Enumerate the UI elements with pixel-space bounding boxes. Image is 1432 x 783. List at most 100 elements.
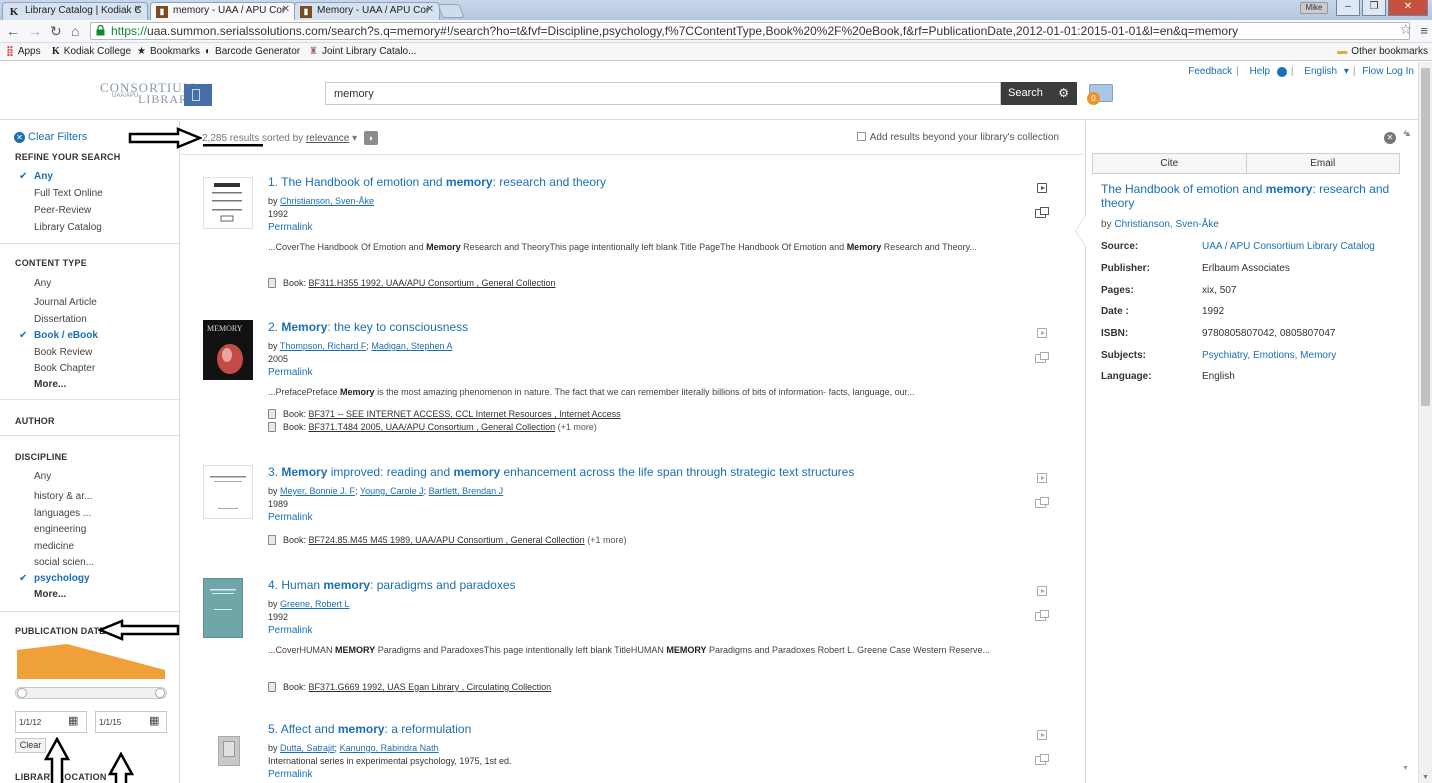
language-dropdown[interactable]: English ▾ [1300, 66, 1349, 77]
permalink-link[interactable]: Permalink [268, 512, 312, 523]
author-link[interactable]: Greene, Robert L [280, 599, 350, 609]
author-link[interactable]: Meyer, Bonnie J. F [280, 486, 355, 496]
bookmark-barcode-generator[interactable]: ◐ Barcode Generator [205, 46, 300, 57]
discipline-languages[interactable]: languages ... [34, 508, 91, 519]
panel-scroll-up-icon[interactable]: ▲ [1402, 129, 1409, 136]
source-link[interactable]: UAA / APU Consortium Library Catalog [1202, 241, 1375, 252]
browser-tab-memory-active[interactable]: ▮ memory - UAA / APU Cor ✕ [150, 2, 296, 20]
preview-icon[interactable] [1037, 473, 1047, 483]
bookmark-joint-library-catalog[interactable]: ♜ Joint Library Catalo... [309, 46, 416, 57]
gear-icon[interactable]: ⚙ [1058, 82, 1069, 105]
page-scrollbar[interactable]: ▼ [1418, 62, 1432, 783]
content-type-book-review[interactable]: Book Review [34, 347, 92, 358]
result-title-link[interactable]: 2. Memory: the key to consciousness [268, 320, 468, 334]
author-link[interactable]: Kanungo, Rabindra Nath [340, 743, 439, 753]
new-tab-button[interactable] [437, 4, 465, 18]
save-to-folder-icon[interactable] [1035, 352, 1049, 363]
call-number-link[interactable]: BF371 -- SEE INTERNET ACCESS, CCL Intern… [309, 409, 621, 419]
email-button[interactable]: Email [1246, 153, 1400, 174]
refine-item-full-text[interactable]: Full Text Online [34, 188, 103, 199]
permalink-link[interactable]: Permalink [268, 222, 312, 233]
beyond-collection-checkbox[interactable]: Add results beyond your library's collec… [856, 132, 1059, 143]
call-number-link[interactable]: BF311.H355 1992, UAA/APU Consortium , Ge… [309, 278, 556, 288]
slider-end-handle[interactable] [155, 688, 165, 698]
address-bar[interactable]: https://uaa.summon.serialssolutions.com/… [90, 22, 1410, 40]
more-holdings-link[interactable]: (+1 more) [587, 535, 626, 545]
content-type-book-chapter[interactable]: Book Chapter [34, 363, 95, 374]
scrollbar-thumb[interactable] [1421, 68, 1430, 406]
content-type-dissertation[interactable]: Dissertation [34, 314, 87, 325]
save-to-folder-icon[interactable] [1035, 610, 1049, 621]
save-to-folder-icon[interactable] [1035, 497, 1049, 508]
scroll-down-icon[interactable]: ▼ [1422, 774, 1429, 781]
preview-icon[interactable] [1037, 328, 1047, 338]
preview-icon[interactable] [1037, 586, 1047, 596]
book-cover-thumbnail[interactable] [203, 465, 253, 519]
author-link[interactable]: Christianson, Sven-Åke [280, 196, 374, 206]
discipline-social-sciences[interactable]: social scien... [34, 557, 94, 568]
publication-date-slider[interactable] [15, 687, 167, 699]
home-icon[interactable]: ⌂ [71, 23, 79, 39]
detail-author-link[interactable]: Christianson, Sven-Åke [1114, 219, 1219, 230]
call-number-link[interactable]: BF371.T484 2005, UAA/APU Consortium , Ge… [309, 422, 556, 432]
user-profile-badge[interactable]: Mike [1300, 2, 1328, 14]
discipline-more-link[interactable]: More... [34, 589, 66, 600]
restore-button[interactable]: ❐ [1362, 0, 1386, 16]
cite-button[interactable]: Cite [1092, 153, 1247, 174]
save-to-folder-icon[interactable] [1035, 754, 1049, 765]
bookmark-apps[interactable]: ⣿ Apps [6, 46, 41, 57]
search-input[interactable] [325, 82, 1001, 105]
book-placeholder-icon[interactable] [218, 736, 240, 766]
close-tab-icon[interactable]: ✕ [134, 4, 142, 15]
refine-item-library-catalog[interactable]: Library Catalog [34, 222, 102, 233]
author-link[interactable]: Bartlett, Brendan J [429, 486, 504, 496]
refine-item-peer-review[interactable]: Peer-Review [34, 205, 91, 216]
minimize-button[interactable]: – [1336, 0, 1360, 16]
panel-scroll-down-icon[interactable]: ▼ [1402, 765, 1409, 772]
calendar-icon[interactable]: ▦ [68, 714, 78, 727]
content-type-book-ebook[interactable]: ✔ Book / eBook [19, 330, 98, 341]
browser-tab-memory[interactable]: ▮ Memory - UAA / APU Cor ✕ [294, 2, 440, 20]
bookmark-bookmarks[interactable]: ★ Bookmarks [137, 46, 200, 57]
discipline-engineering[interactable]: engineering [34, 524, 86, 535]
permalink-link[interactable]: Permalink [268, 769, 312, 780]
back-arrow-icon[interactable]: ← [6, 23, 20, 39]
author-link[interactable]: Young, Carole J [360, 486, 424, 496]
hamburger-menu-icon[interactable]: ≡ [1420, 23, 1428, 38]
author-link[interactable]: Dutta, Satrajit [280, 743, 335, 753]
book-cover-thumbnail[interactable] [203, 578, 243, 638]
search-button[interactable]: Search ⚙ [1001, 82, 1077, 105]
preview-icon[interactable] [1037, 730, 1047, 740]
saved-items-folder[interactable]: 0 [1087, 82, 1113, 105]
subjects-links[interactable]: Psychiatry, Emotions, Memory [1202, 350, 1336, 361]
content-type-any[interactable]: Any [34, 278, 51, 289]
result-title-link[interactable]: 5. Affect and memory: a reformulation [268, 722, 471, 736]
close-tab-icon[interactable]: ✕ [282, 4, 290, 15]
result-title-link[interactable]: 4. Human memory: paradigms and paradoxes [268, 578, 516, 592]
more-holdings-link[interactable]: (+1 more) [558, 422, 597, 432]
author-heading[interactable]: AUTHOR [15, 416, 55, 426]
discipline-history-arts[interactable]: history & ar... [34, 491, 92, 502]
discipline-any[interactable]: Any [34, 471, 51, 482]
book-cover-thumbnail[interactable]: MEMORY [203, 320, 253, 380]
reload-icon[interactable]: ↻ [50, 23, 62, 39]
calendar-icon[interactable]: ▦ [149, 714, 159, 727]
slider-start-handle[interactable] [17, 688, 27, 698]
preview-icon[interactable] [1037, 183, 1047, 193]
bookmark-star-icon[interactable]: ☆ [1399, 21, 1412, 38]
call-number-link[interactable]: BF724.85.M45 M45 1989, UAA/APU Consortiu… [309, 535, 585, 545]
browser-tab-library-catalog[interactable]: K Library Catalog | Kodiak C ✕ [2, 2, 148, 20]
permalink-link[interactable]: Permalink [268, 367, 312, 378]
result-title-link[interactable]: 3. Memory improved: reading and memory e… [268, 465, 854, 479]
result-title-link[interactable]: 1. The Handbook of emotion and memory: r… [268, 175, 606, 189]
book-cover-thumbnail[interactable] [203, 177, 253, 229]
discipline-medicine[interactable]: medicine [34, 541, 74, 552]
call-number-link[interactable]: BF371.G669 1992, UAS Egan Library , Circ… [309, 682, 552, 692]
author-link[interactable]: Madigan, Stephen A [371, 341, 452, 351]
detail-title-link[interactable]: The Handbook of emotion and memory: rese… [1101, 182, 1401, 210]
refine-item-any[interactable]: ✔ Any [19, 171, 53, 182]
consortium-library-logo[interactable]: CONSORTIUM UAA/APU LIBRARY [100, 80, 215, 108]
content-type-journal-article[interactable]: Journal Article [34, 297, 97, 308]
discipline-psychology[interactable]: ✔ psychology [19, 573, 90, 584]
author-link[interactable]: Thompson, Richard F [280, 341, 367, 351]
